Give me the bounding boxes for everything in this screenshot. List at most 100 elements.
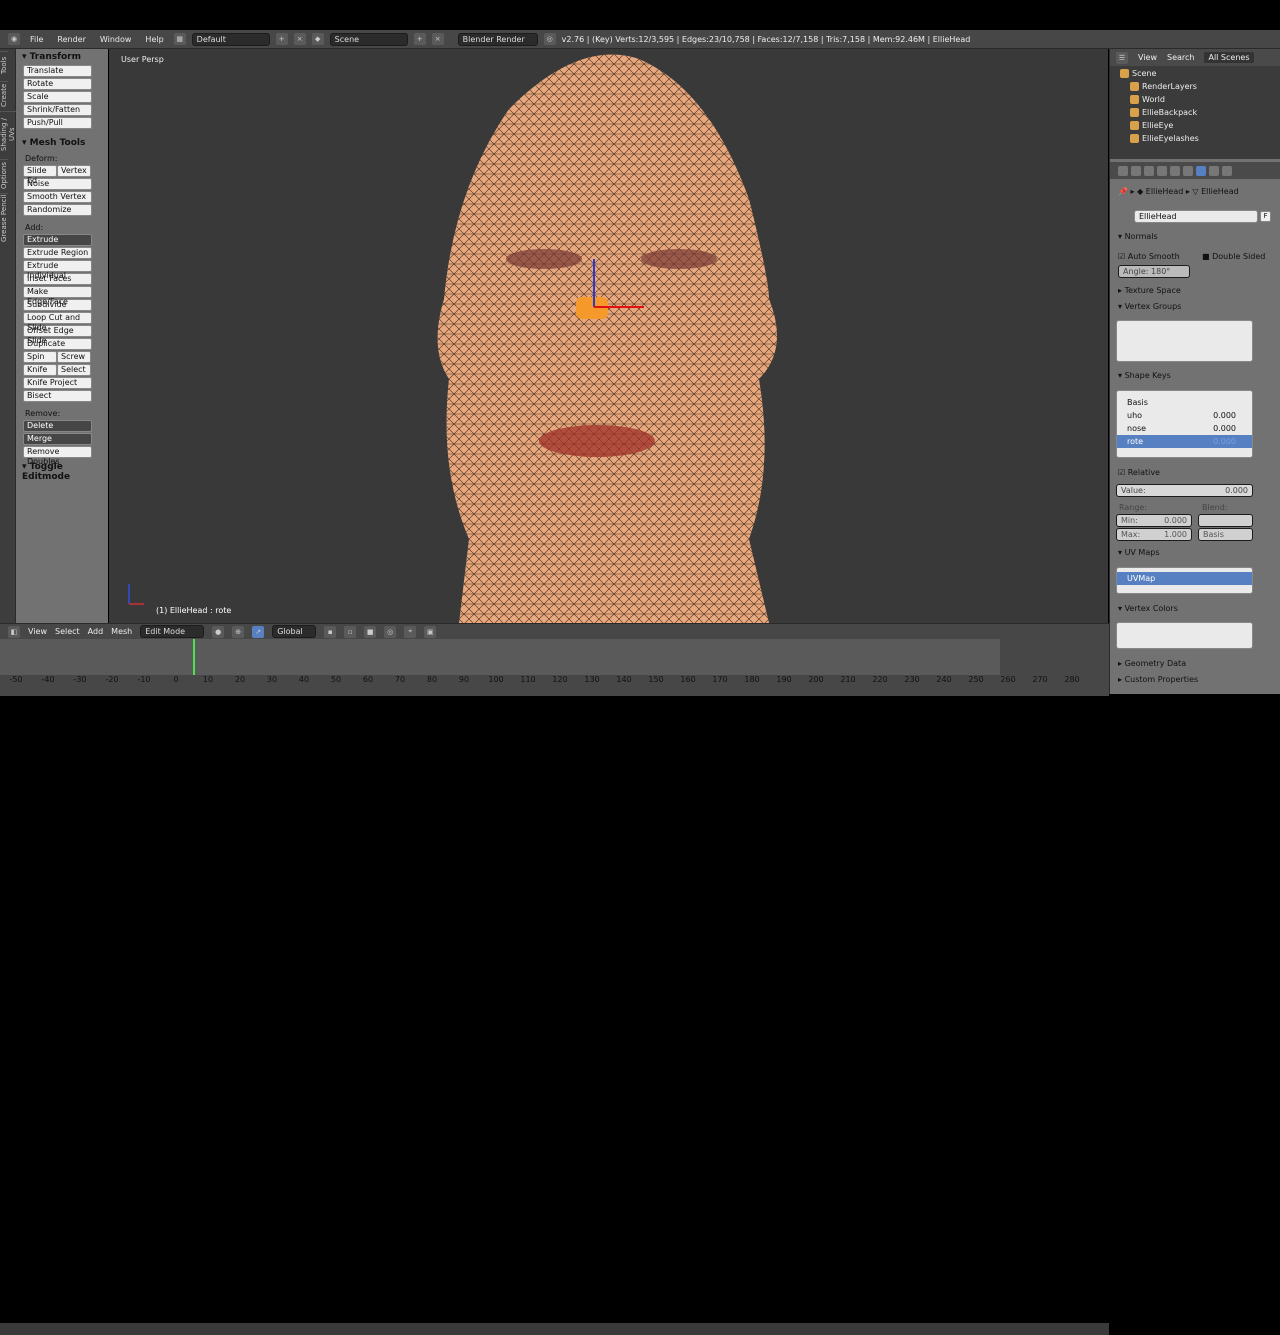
shape-key-uho[interactable]: uho 0.000 (1117, 409, 1252, 422)
editor-type-icon[interactable]: ◧ (8, 625, 20, 638)
face-select-icon[interactable]: ■ (364, 625, 377, 638)
fake-user-button[interactable]: F (1260, 211, 1271, 222)
relative-checkbox[interactable]: ☑ Relative (1118, 468, 1160, 477)
outliner-editor-icon[interactable]: ☰ (1116, 51, 1128, 64)
shape-keys-header[interactable]: ▾ Shape Keys (1118, 371, 1171, 380)
scene-field[interactable]: Scene (329, 32, 408, 46)
toggle-editmode-header[interactable]: ▾ Toggle Editmode (16, 459, 108, 485)
texture-tab-icon[interactable] (1222, 165, 1232, 176)
scale-button[interactable]: Scale (23, 91, 92, 103)
mode-select[interactable]: Edit Mode (140, 625, 205, 638)
auto-smooth-checkbox[interactable]: ☑ Auto Smooth (1118, 252, 1180, 261)
mesh-name-field[interactable]: EllieHead (1134, 210, 1258, 223)
orientation-select[interactable]: Global (272, 625, 317, 638)
bisect-button[interactable]: Bisect (23, 390, 92, 402)
double-sided-checkbox[interactable]: ■ Double Sided (1202, 252, 1265, 261)
remove-doubles-button[interactable]: Remove Doubles (23, 446, 92, 466)
snap-icon[interactable]: ⌖ (404, 625, 417, 638)
outliner-renderlayers[interactable]: RenderLayers (1110, 80, 1280, 93)
current-frame-marker[interactable] (193, 639, 195, 675)
outliner-eyelashes[interactable]: EllieEyelashes (1110, 132, 1280, 145)
outliner-scene[interactable]: Scene (1110, 67, 1280, 80)
shape-key-rote[interactable]: rote 0.000 (1117, 435, 1252, 448)
duplicate-button[interactable]: Duplicate (23, 338, 92, 350)
spin-button[interactable]: Spin (23, 351, 57, 363)
tab-grease-pencil[interactable]: Grease Pencil (0, 193, 8, 243)
mesh-tools-header[interactable]: ▾ Mesh Tools (16, 135, 108, 151)
shading-icon[interactable]: ● (212, 625, 225, 638)
noise-button[interactable]: Noise (23, 178, 92, 190)
breadcrumb-mesh[interactable]: EllieHead (1201, 187, 1239, 196)
delete-button[interactable]: Delete (23, 420, 92, 432)
screw-button[interactable]: Screw (57, 351, 91, 363)
angle-field[interactable]: Angle: 180° (1118, 265, 1190, 278)
3d-viewport[interactable]: User Persp (1) EllieHead : rote (109, 49, 1108, 623)
timeline[interactable]: -50 -40 -30 -20 -10 0 10 20 30 40 50 60 70 80 90 100 110… (0, 639, 1109, 1335)
push-pull-button[interactable]: Push/Pull (23, 117, 92, 129)
blend-target-field[interactable]: Basis (1198, 528, 1253, 541)
scene-tab-icon[interactable] (1131, 165, 1141, 176)
menu-file[interactable]: File (26, 35, 47, 44)
translate-button[interactable]: Translate (23, 65, 92, 77)
mesh-menu[interactable]: Mesh (111, 627, 132, 636)
knife-button[interactable]: Knife (23, 364, 57, 376)
menu-help[interactable]: Help (141, 35, 167, 44)
render-preview-icon[interactable]: ▣ (424, 625, 437, 638)
render-engine-select[interactable]: Blender Render (457, 32, 538, 46)
remove-scene-icon[interactable]: × (431, 33, 444, 45)
remove-layout-icon[interactable]: × (293, 33, 306, 45)
tab-options[interactable]: Options (0, 159, 8, 191)
view-menu[interactable]: View (28, 627, 47, 636)
extrude-region-button[interactable]: Extrude Region (23, 247, 92, 259)
render-tab-icon[interactable] (1118, 165, 1128, 176)
screen-layout-icon[interactable]: ▦ (173, 33, 186, 45)
select-menu[interactable]: Select (55, 627, 80, 636)
shape-key-basis[interactable]: Basis (1117, 396, 1252, 409)
merge-button[interactable]: Merge (23, 433, 92, 445)
screen-layout-field[interactable]: Default (191, 32, 270, 46)
shrink-fatten-button[interactable]: Shrink/Fatten (23, 104, 92, 116)
tab-create[interactable]: Create (0, 81, 8, 109)
world-tab-icon[interactable] (1144, 165, 1154, 176)
subdivide-button[interactable]: Subdivide (23, 299, 92, 311)
slide-edge-button[interactable]: Slide Ed (23, 165, 57, 185)
menu-window[interactable]: Window (96, 35, 136, 44)
knife-project-button[interactable]: Knife Project (23, 377, 92, 389)
loop-cut-slide-button[interactable]: Loop Cut and Slide (23, 312, 92, 332)
shape-value-field[interactable]: Value: 0.000 (1116, 484, 1253, 497)
vertex-groups-header[interactable]: ▾ Vertex Groups (1118, 302, 1181, 311)
outliner-view-menu[interactable]: View (1138, 53, 1157, 62)
vertex-select-icon[interactable]: ▪ (324, 625, 337, 638)
outliner-display-select[interactable]: All Scenes (1204, 52, 1254, 63)
blend-vertex-group-field[interactable] (1198, 514, 1253, 527)
shape-key-nose[interactable]: nose 0.000 (1117, 422, 1252, 435)
randomize-button[interactable]: Randomize (23, 204, 92, 216)
add-scene-icon[interactable]: + (413, 33, 426, 45)
texture-space-header[interactable]: ▸ Texture Space (1118, 286, 1181, 295)
add-menu[interactable]: Add (88, 627, 104, 636)
menu-render[interactable]: Render (53, 35, 89, 44)
timeline-area[interactable] (0, 639, 1000, 675)
inset-faces-button[interactable]: Inset Faces (23, 273, 92, 285)
uv-maps-header[interactable]: ▾ UV Maps (1118, 548, 1159, 557)
smooth-vertex-button[interactable]: Smooth Vertex (23, 191, 92, 203)
manipulator-icon[interactable]: ↗ (252, 625, 265, 638)
normals-header[interactable]: ▾ Normals (1118, 232, 1158, 241)
custom-properties-header[interactable]: ▸ Custom Properties (1118, 675, 1198, 684)
min-field[interactable]: Min: 0.000 (1116, 514, 1192, 527)
vertex-colors-list[interactable] (1116, 622, 1253, 649)
constraints-tab-icon[interactable] (1170, 165, 1180, 176)
geometry-data-header[interactable]: ▸ Geometry Data (1118, 659, 1186, 668)
knife-select-button[interactable]: Select (57, 364, 91, 376)
material-tab-icon[interactable] (1209, 165, 1219, 176)
make-edge-face-button[interactable]: Make Edge/Face (23, 286, 92, 306)
data-tab-icon[interactable] (1196, 165, 1206, 176)
modifiers-tab-icon[interactable] (1183, 165, 1193, 176)
slide-vertex-button[interactable]: Vertex (57, 165, 91, 177)
outliner-backpack[interactable]: EllieBackpack (1110, 106, 1280, 119)
offset-edge-slide-button[interactable]: Offset Edge Slide (23, 325, 92, 345)
outliner-eye[interactable]: EllieEye (1110, 119, 1280, 132)
transform-header[interactable]: ▾ Transform (16, 49, 108, 65)
tab-tools[interactable]: Tools (0, 51, 8, 79)
edge-select-icon[interactable]: ▫ (344, 625, 357, 638)
